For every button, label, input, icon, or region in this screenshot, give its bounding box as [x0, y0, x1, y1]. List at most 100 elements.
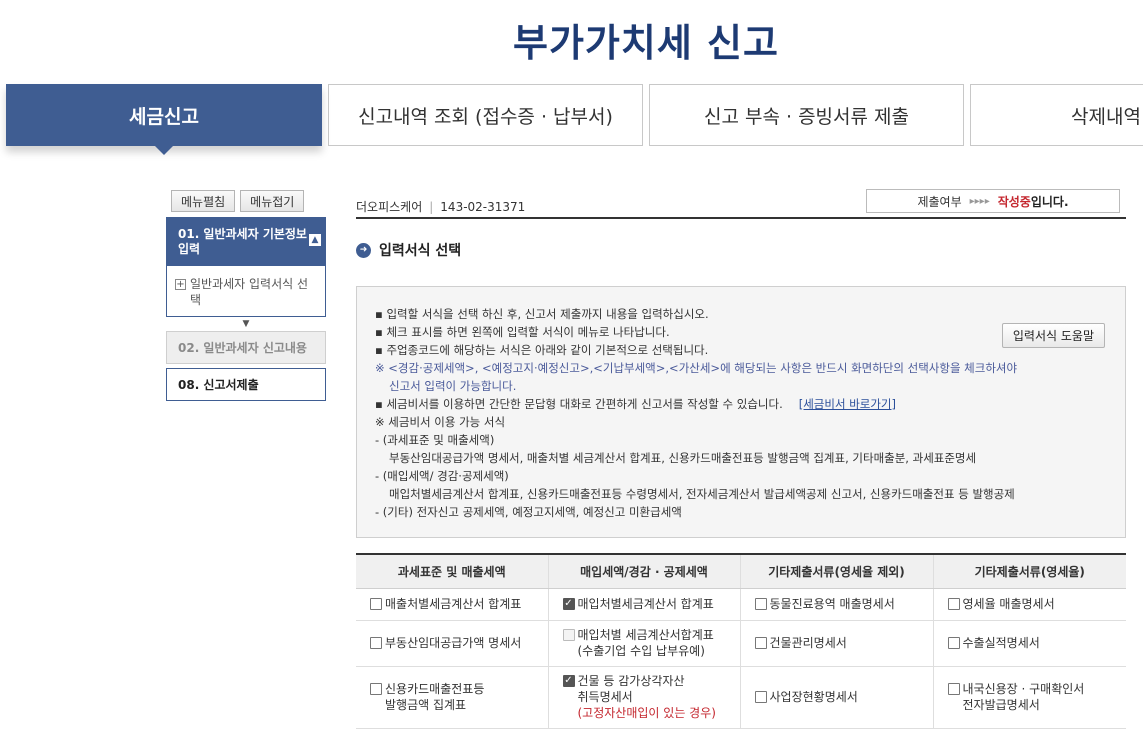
table-cell: 사업장현황명세서 — [739, 666, 933, 729]
table-cell: 내국신용장 · 구매확인서전자발급명세서 — [932, 666, 1126, 729]
sidebar-item-report-content[interactable]: 02. 일반과세자 신고내용 — [166, 331, 326, 364]
column-header: 과세표준 및 매출세액 — [356, 553, 548, 589]
form-option[interactable]: 부동산임대공급가액 명세서 — [370, 635, 540, 651]
form-option[interactable]: 사업장현황명세서 — [754, 689, 925, 705]
tax-assistant-link[interactable]: [세금비서 바로가기] — [799, 397, 896, 411]
option-label: 매출처별세금계산서 합계표 — [385, 597, 522, 611]
company-info: 더오피스케어 | 143-02-31371 — [356, 198, 525, 215]
form-option[interactable]: ✓ 건물 등 감가상각자산 취득명세서 (고정자산매입이 있는 경우) — [562, 673, 732, 721]
sidebar-menu: 01. 일반과세자 기본정보 입력 ▲ + 일반과세자 입력서식 선택 ▼ 02… — [166, 217, 326, 405]
option-label-line: 취득명세서 — [577, 690, 633, 704]
option-label: 신용카드매출전표등발행금액 집계표 — [385, 681, 484, 713]
tab-attachments[interactable]: 신고 부속 · 증빙서류 제출 — [649, 84, 964, 146]
section-header: ➜ 입력서식 선택 — [356, 240, 461, 260]
instructions-box: ▪ 입력할 서식을 선택 하신 후, 신고서 제출까지 내용을 입력하십시오. … — [356, 286, 1126, 538]
instruction-line: ▪ 입력할 서식을 선택 하신 후, 신고서 제출까지 내용을 입력하십시오. — [375, 307, 709, 321]
table-cell: 동물진료용역 매출명세서 — [739, 588, 933, 621]
instruction-text: ▪ 세금비서를 이용하면 간단한 문답형 대화로 간편하게 신고서를 작성할 수… — [375, 397, 783, 411]
checkbox[interactable] — [754, 598, 767, 610]
table-row: 매출처별세금계산서 합계표 ✓ 매입처별세금계산서 합계표 동물진료용역 매출명세… — [356, 588, 1126, 621]
tab-filing-history[interactable]: 신고내역 조회 (접수증 · 납부서) — [328, 84, 643, 146]
checkbox[interactable] — [947, 637, 960, 649]
option-label: 동물진료용역 매출명세서 — [769, 597, 895, 611]
checkbox-checked[interactable]: ✓ — [562, 675, 575, 687]
plus-icon: + — [175, 279, 186, 290]
instruction-line: 부동산임대공급가액 명세서, 매출처별 세금계산서 합계표, 신용카드매출전표등… — [389, 451, 977, 465]
form-option: 매입처별 세금계산서합계표 (수출기업 수입 납부유예) — [562, 627, 732, 659]
option-label-line: 발행금액 집계표 — [385, 698, 467, 712]
option-label: 사업장현황명세서 — [769, 690, 858, 704]
option-label-line: 전자발급명세서 — [962, 698, 1040, 712]
instruction-line: - (매입세액/ 경감·공제세액) — [375, 469, 509, 483]
column-header: 기타제출서류(영세율) — [932, 553, 1126, 589]
table-cell: 수출실적명세서 — [932, 620, 1126, 667]
arrow-down-icon: ▼ — [242, 319, 250, 329]
sidebar-item-label: 01. 일반과세자 기본정보 입력 — [178, 227, 307, 256]
form-option[interactable]: 건물관리명세서 — [754, 635, 925, 651]
form-option[interactable]: 수출실적명세서 — [947, 635, 1119, 651]
page-title: 부가가치세 신고 — [513, 21, 779, 65]
checkbox-disabled — [562, 629, 575, 641]
checkbox[interactable] — [754, 637, 767, 649]
form-option[interactable]: 동물진료용역 매출명세서 — [754, 596, 925, 612]
status-label: 제출여부 — [917, 194, 962, 209]
chevron-up-icon[interactable]: ▲ — [309, 234, 321, 246]
instruction-line: - (기타) 전자신고 공제세액, 예정고지세액, 예정신고 미환급세액 — [375, 505, 682, 519]
form-option[interactable]: 신용카드매출전표등발행금액 집계표 — [370, 681, 540, 713]
status-value: 작성중 — [997, 194, 1031, 209]
main-tabs: 세금신고 신고내역 조회 (접수증 · 납부서) 신고 부속 · 증빙서류 제출… — [6, 84, 1143, 155]
table-cell: ✓ 건물 등 감가상각자산 취득명세서 (고정자산매입이 있는 경우) — [547, 666, 740, 729]
option-label-line: 신용카드매출전표등 — [385, 682, 485, 696]
table-cell: 영세율 매출명세서 — [932, 588, 1126, 621]
table-row: 부동산임대공급가액 명세서 매입처별 세금계산서합계표 (수출기업 수입 납부유예… — [356, 620, 1126, 667]
form-option[interactable]: 매출처별세금계산서 합계표 — [370, 596, 540, 612]
option-label-line: 내국신용장 · 구매확인서 — [962, 682, 1085, 696]
arrows-icon: ▸▸▸▸ — [969, 195, 990, 207]
status-suffix: 입니다. — [1030, 194, 1069, 209]
option-label: 건물 등 감가상각자산 취득명세서 (고정자산매입이 있는 경우) — [578, 673, 716, 721]
column-header: 매입세액/경감 · 공제세액 — [547, 553, 740, 589]
checkbox[interactable] — [370, 683, 382, 695]
column-header: 기타제출서류(영세율 제외) — [739, 553, 933, 589]
option-label: 매입처별 세금계산서합계표 (수출기업 수입 납부유예) — [578, 627, 714, 659]
table-cell: 부동산임대공급가액 명세서 — [356, 620, 548, 667]
form-selection-table: 과세표준 및 매출세액 매입세액/경감 · 공제세액 기타제출서류(영세율 제외… — [356, 553, 1126, 729]
checkbox[interactable] — [947, 683, 960, 695]
tab-tax-filing[interactable]: 세금신고 — [6, 84, 322, 155]
form-option[interactable]: 영세율 매출명세서 — [947, 596, 1119, 612]
checkbox[interactable] — [947, 598, 960, 610]
sidebar-subitem-form-select[interactable]: + 일반과세자 입력서식 선택 — [167, 266, 325, 316]
tab-deleted-history[interactable]: 삭제내역 — [970, 84, 1143, 146]
menu-toggle-buttons: 메뉴펼침 메뉴접기 — [171, 190, 309, 212]
option-label: 부동산임대공급가액 명세서 — [385, 636, 522, 650]
table-cell: 매입처별 세금계산서합계표 (수출기업 수입 납부유예) — [547, 620, 740, 667]
option-label: 내국신용장 · 구매확인서전자발급명세서 — [963, 681, 1085, 713]
checkbox[interactable] — [754, 691, 767, 703]
instruction-note: 신고서 입력이 가능합니다. — [389, 379, 517, 393]
table-cell: 매출처별세금계산서 합계표 — [356, 588, 548, 621]
form-option[interactable]: 내국신용장 · 구매확인서전자발급명세서 — [947, 681, 1119, 713]
submission-status: 제출여부 ▸▸▸▸ 작성중 입니다. — [866, 189, 1120, 213]
collapse-menu-button[interactable]: 메뉴접기 — [240, 190, 305, 212]
checkbox[interactable] — [370, 637, 382, 649]
sidebar-group-basic-info: 01. 일반과세자 기본정보 입력 ▲ + 일반과세자 입력서식 선택 — [166, 217, 326, 317]
expand-menu-button[interactable]: 메뉴펼침 — [171, 190, 236, 212]
checkbox-checked[interactable]: ✓ — [562, 598, 575, 610]
instruction-line: ▪ 세금비서를 이용하면 간단한 문답형 대화로 간편하게 신고서를 작성할 수… — [375, 395, 1115, 413]
instruction-line: ※ 세금비서 이용 가능 서식 — [375, 415, 506, 429]
business-number: 143-02-31371 — [440, 200, 526, 214]
option-label: 건물관리명세서 — [769, 636, 847, 650]
instruction-note: ※ <경감·공제세액>, <예정고지·예정신고>,<기납부세액>,<가산세>에 … — [375, 361, 1018, 375]
checkbox[interactable] — [370, 598, 382, 610]
option-label: 수출실적명세서 — [962, 636, 1040, 650]
table-cell: ✓ 매입처별세금계산서 합계표 — [547, 588, 740, 621]
section-title: 입력서식 선택 — [379, 243, 462, 259]
company-name: 더오피스케어 — [356, 200, 423, 214]
option-label: 영세율 매출명세서 — [962, 597, 1055, 611]
sidebar-item-basic-info[interactable]: 01. 일반과세자 기본정보 입력 ▲ — [167, 218, 325, 266]
form-option[interactable]: ✓ 매입처별세금계산서 합계표 — [562, 596, 732, 612]
option-note: (고정자산매입이 있는 경우) — [577, 706, 716, 720]
form-help-button[interactable]: 입력서식 도움말 — [1001, 323, 1105, 348]
sidebar-item-submit[interactable]: 08. 신고서제출 — [166, 368, 326, 401]
header-divider — [356, 217, 1126, 219]
